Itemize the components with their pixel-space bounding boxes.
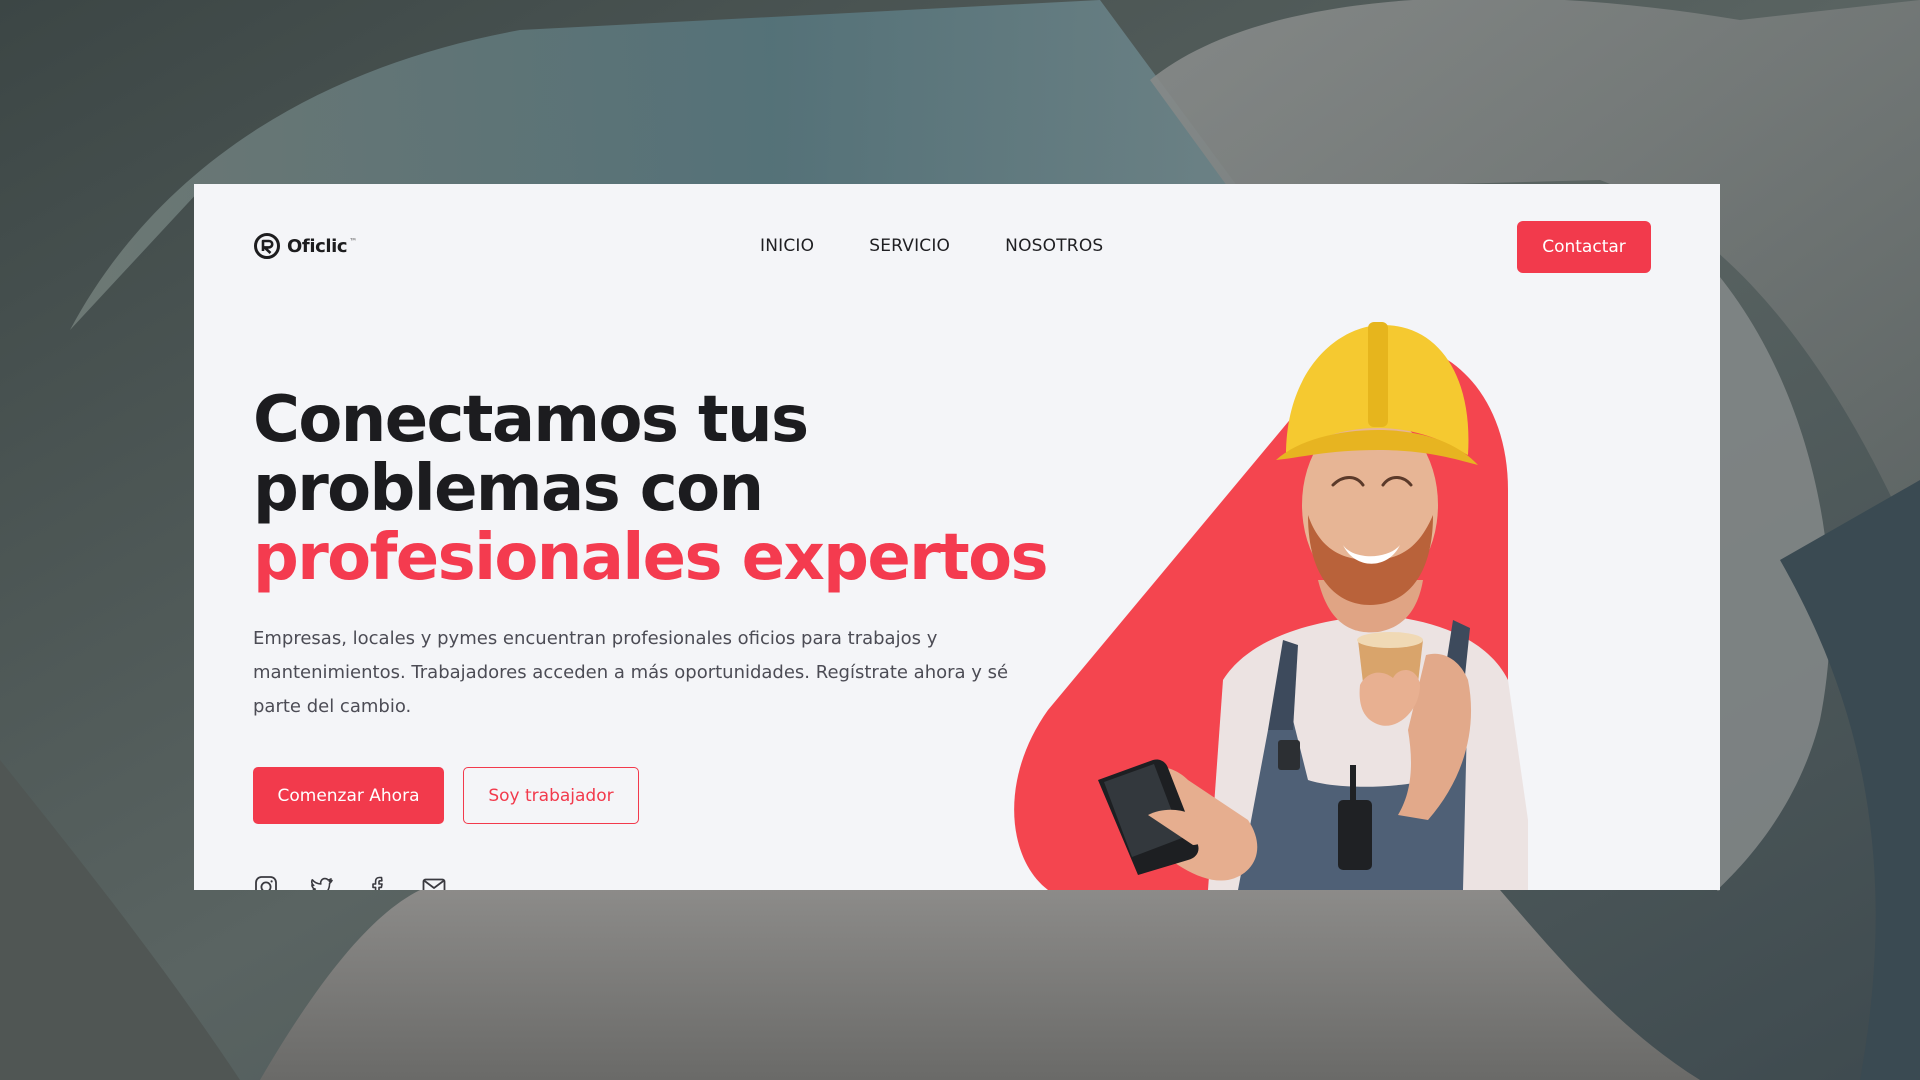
- hero-title-line-2: problemas con: [253, 452, 764, 526]
- hero-actions: Comenzar Ahora Soy trabajador: [253, 767, 639, 824]
- twitter-icon[interactable]: [309, 874, 335, 890]
- worker-signup-button[interactable]: Soy trabajador: [463, 767, 639, 824]
- brand-logo[interactable]: Oficlic ™: [253, 232, 357, 260]
- main-nav: INICIO SERVICIO NOSOTROS: [760, 236, 1103, 256]
- landing-page: Oficlic ™ INICIO SERVICIO NOSOTROS Conta…: [194, 184, 1720, 890]
- start-now-button[interactable]: Comenzar Ahora: [253, 767, 444, 824]
- trademark-mark: ™: [349, 236, 358, 246]
- social-links: [253, 874, 447, 890]
- nav-item-nosotros[interactable]: NOSOTROS: [1005, 236, 1103, 256]
- instagram-icon[interactable]: [253, 874, 279, 890]
- nav-item-inicio[interactable]: INICIO: [760, 236, 814, 256]
- hero-image: [1008, 260, 1568, 890]
- worker-photo: [1014, 322, 1528, 890]
- facebook-icon[interactable]: [365, 874, 391, 890]
- brand-name: Oficlic: [287, 235, 348, 257]
- hero-description: Empresas, locales y pymes encuentran pro…: [253, 628, 1009, 717]
- nav-item-servicio[interactable]: SERVICIO: [869, 236, 950, 256]
- hero-title-line-1: Conectamos tus: [253, 383, 809, 457]
- hero-title-accent: profesionales expertos: [253, 521, 1049, 595]
- logo-icon: [254, 233, 280, 259]
- hero-title: Conectamos tus problemas con profesional…: [253, 386, 1073, 593]
- mail-icon[interactable]: [421, 874, 447, 890]
